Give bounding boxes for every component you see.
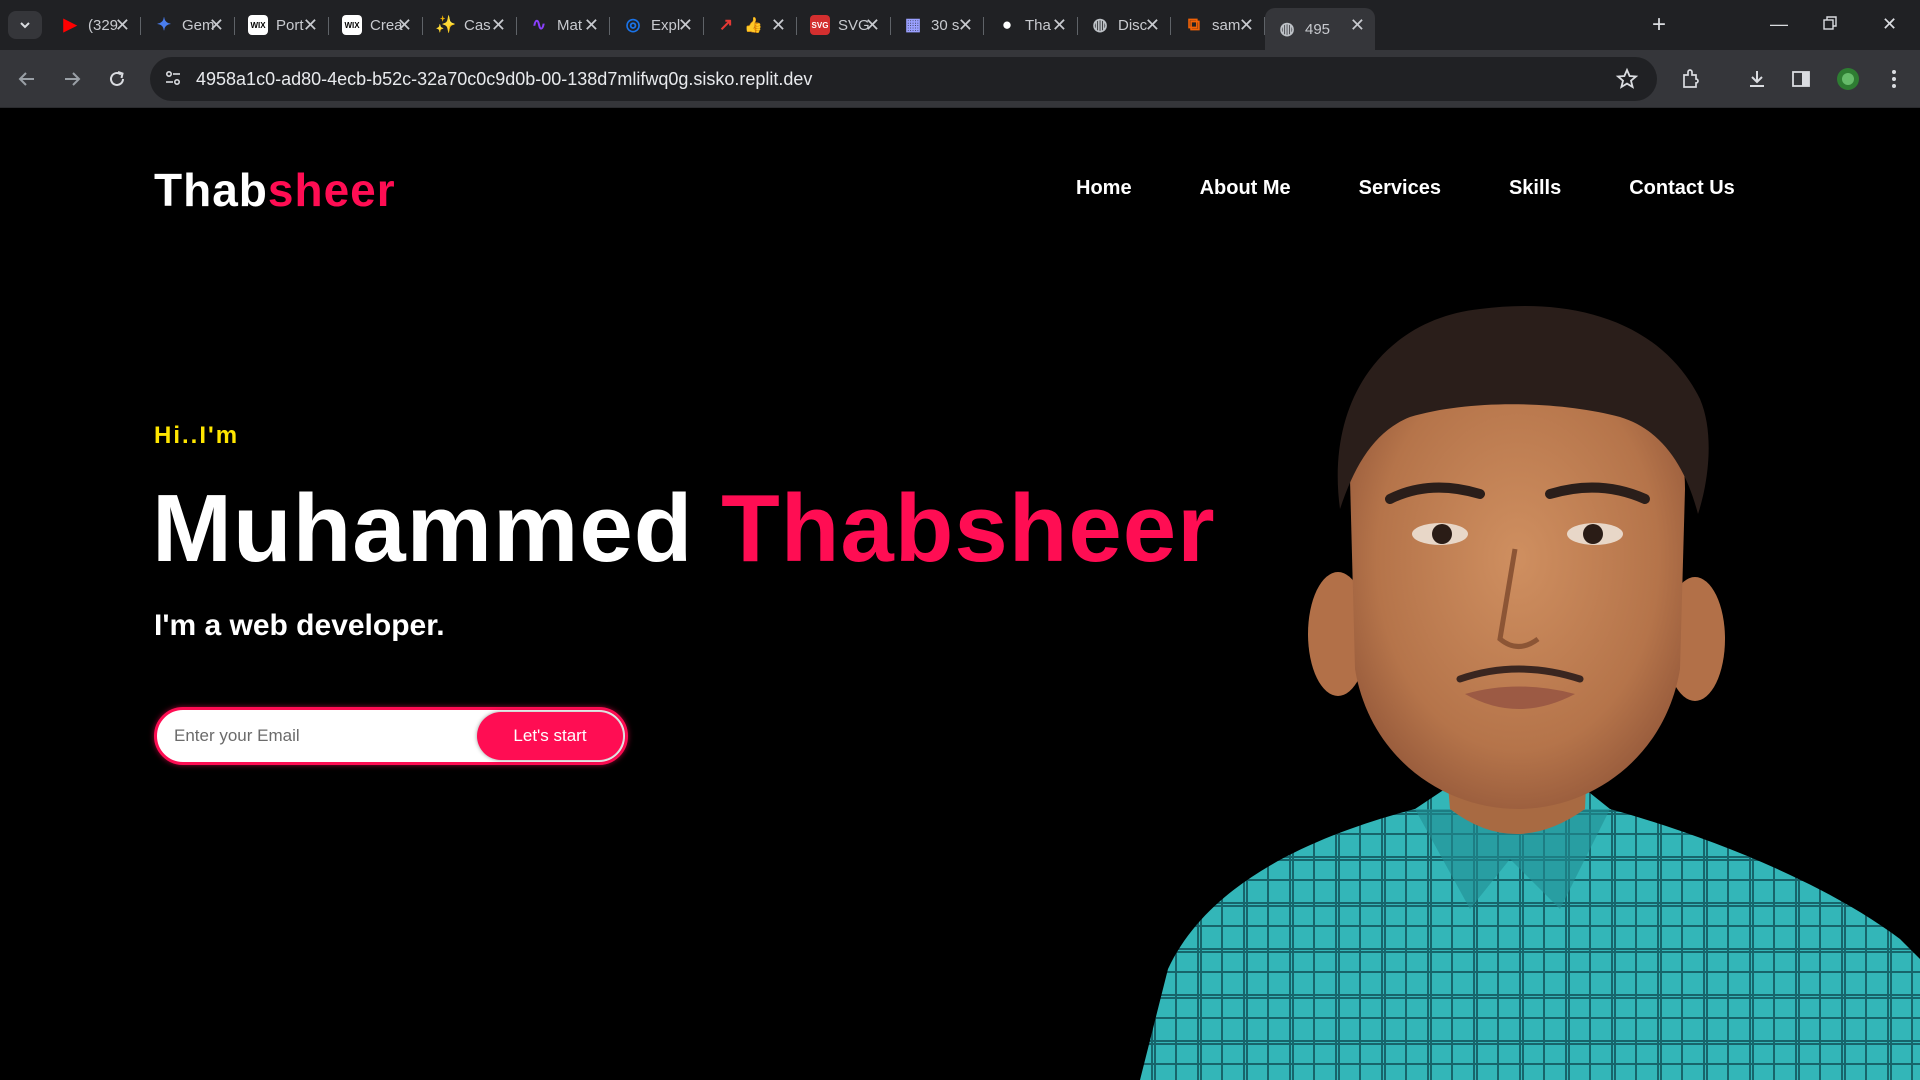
tab-close-icon[interactable]: ✕: [115, 15, 130, 35]
tab-close-icon[interactable]: ✕: [209, 15, 224, 35]
hero-name-first: Muhammed: [152, 475, 694, 582]
tab-close-icon[interactable]: ✕: [958, 15, 973, 35]
sparkle-icon: ✨: [435, 15, 457, 34]
tab-close-icon[interactable]: ✕: [1239, 15, 1254, 35]
lets-start-button[interactable]: Let's start: [477, 712, 623, 760]
gemini-icon: ✦: [156, 15, 172, 34]
tab-close-icon[interactable]: ✕: [678, 15, 693, 35]
explore-icon: ◎: [625, 15, 641, 34]
tab-title: 495: [1305, 20, 1331, 38]
nav-about-me[interactable]: About Me: [1200, 177, 1291, 200]
wix-icon: WIX: [342, 15, 362, 35]
tab-separator: [796, 17, 797, 35]
address-bar[interactable]: 4958a1c0-ad80-4ecb-b52c-32a70c0c9d0b-00-…: [150, 57, 1657, 101]
tab-separator: [983, 17, 984, 35]
browser-tab[interactable]: SVG SVG ✕: [798, 8, 891, 42]
github-icon: ●: [1001, 15, 1013, 34]
tab-search-button[interactable]: [8, 11, 42, 39]
forward-button[interactable]: [59, 66, 85, 92]
tab-close-icon[interactable]: ✕: [397, 15, 412, 35]
bookmark-star-icon[interactable]: [1615, 67, 1639, 96]
browser-toolbar: 4958a1c0-ad80-4ecb-b52c-32a70c0c9d0b-00-…: [0, 50, 1920, 108]
restore-icon: [1823, 16, 1837, 30]
site-settings-icon[interactable]: [164, 69, 182, 92]
minimize-button[interactable]: —: [1770, 12, 1788, 36]
globe-icon: ◍: [1279, 19, 1295, 38]
chevron-down-icon: [20, 22, 30, 29]
arrow-app-icon: ↗: [718, 15, 734, 34]
tab-separator: [328, 17, 329, 35]
nav-contact-us[interactable]: Contact Us: [1629, 177, 1735, 200]
new-tab-button[interactable]: +: [1652, 12, 1666, 38]
tab-separator: [422, 17, 423, 35]
browser-tab[interactable]: WIX Crea ✕: [330, 8, 423, 42]
tab-close-icon[interactable]: ✕: [1350, 15, 1365, 35]
browser-tab[interactable]: ▶ (329 ✕: [48, 8, 141, 42]
download-icon[interactable]: [1745, 67, 1769, 91]
profile-photo: [1140, 305, 1920, 1080]
youtube-icon: ▶: [63, 15, 77, 34]
browser-tab[interactable]: ⧉ sam ✕: [1172, 8, 1265, 42]
close-window-button[interactable]: ✕: [1882, 12, 1897, 36]
hero-name: Muhammed Thabsheer: [152, 474, 1216, 584]
browser-tab[interactable]: ✨ Cas ✕: [424, 8, 517, 42]
tab-separator: [609, 17, 610, 35]
nav-services[interactable]: Services: [1359, 177, 1441, 200]
tab-close-icon[interactable]: ✕: [1145, 15, 1160, 35]
tab-close-icon[interactable]: ✕: [303, 15, 318, 35]
browser-tab[interactable]: ◍ Disc ✕: [1078, 8, 1171, 42]
back-button[interactable]: [14, 66, 40, 92]
tab-close-icon[interactable]: ✕: [1052, 15, 1067, 35]
nav-skills[interactable]: Skills: [1509, 177, 1561, 200]
reload-button[interactable]: [104, 66, 130, 92]
reload-icon: [110, 71, 124, 86]
tab-separator: [1170, 17, 1171, 35]
browser-tab[interactable]: ◍ 495 ✕: [1265, 8, 1375, 50]
logo-main-text: Thab: [154, 164, 268, 216]
tab-separator: [140, 17, 141, 35]
side-panel-icon[interactable]: [1789, 67, 1813, 91]
svg-png-icon: SVG: [810, 15, 830, 35]
browser-tab[interactable]: ◎ Expl ✕: [611, 8, 704, 42]
url-text[interactable]: 4958a1c0-ad80-4ecb-b52c-32a70c0c9d0b-00-…: [196, 69, 812, 90]
arrow-right-icon: [65, 72, 81, 86]
profile-avatar[interactable]: [1836, 67, 1860, 91]
browser-tab[interactable]: ∿ Mat ✕: [517, 8, 610, 42]
greeting-text: Hi..I'm: [154, 422, 240, 449]
browser-tab[interactable]: ✦ Gem ✕: [142, 8, 235, 42]
site-logo[interactable]: Thabsheer: [154, 163, 396, 217]
chart-app-icon: ∿: [531, 15, 547, 34]
doc-icon: ▦: [904, 15, 922, 34]
browser-tab[interactable]: ▦ 30 s ✕: [891, 8, 984, 42]
replit-icon: ⧉: [1187, 15, 1201, 34]
extensions-icon[interactable]: [1679, 67, 1703, 91]
portfolio-page: Thabsheer Home About Me Services Skills …: [0, 109, 1920, 1080]
logo-accent-text: sheer: [267, 164, 396, 216]
browser-tab-strip: ▶ (329 ✕ ✦ Gem ✕ WIX Port ✕ WIX Crea ✕ ✨ Cas ✕ ∿ Mat ✕ ◎ Ex…: [0, 0, 1920, 50]
email-signup-form: Let's start: [154, 707, 628, 765]
tab-close-icon[interactable]: ✕: [865, 15, 880, 35]
browser-tab[interactable]: ↗ 👍 ✕: [704, 8, 797, 42]
menu-kebab-icon[interactable]: [1882, 67, 1906, 91]
main-nav: Home About Me Services Skills Contact Us: [1076, 177, 1735, 200]
email-input[interactable]: [174, 721, 474, 751]
tab-close-icon[interactable]: ✕: [491, 15, 506, 35]
tab-close-icon[interactable]: ✕: [584, 15, 599, 35]
arrow-left-icon: [18, 72, 34, 86]
globe-icon: ◍: [1092, 15, 1108, 34]
browser-tab[interactable]: WIX Port ✕: [236, 8, 329, 42]
tab-close-icon[interactable]: ✕: [771, 15, 786, 35]
restore-button[interactable]: [1823, 12, 1837, 36]
tab-separator: [234, 17, 235, 35]
wix-icon: WIX: [248, 15, 268, 35]
browser-tab[interactable]: ● Tha ✕: [985, 8, 1078, 42]
nav-home[interactable]: Home: [1076, 177, 1132, 200]
hero-role: I'm a web developer.: [154, 609, 445, 642]
